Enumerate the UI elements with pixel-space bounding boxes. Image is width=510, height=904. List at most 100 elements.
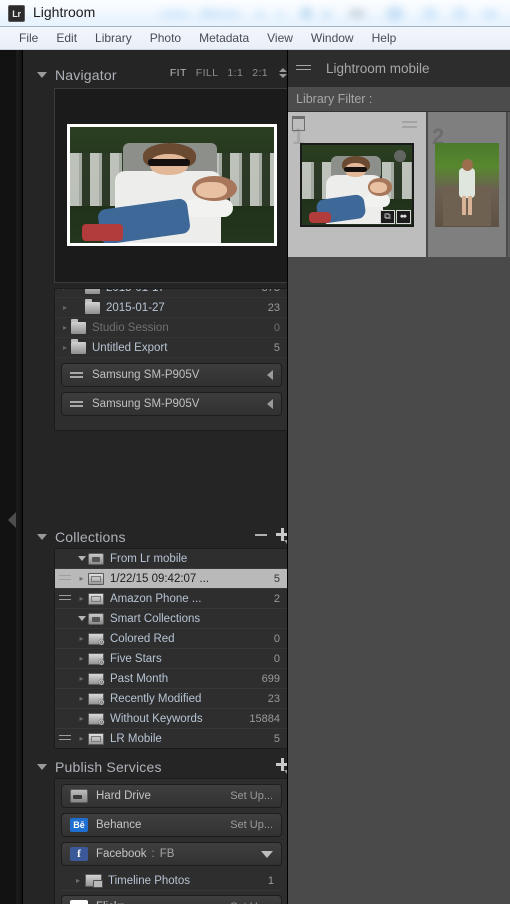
collection-count: 0 bbox=[273, 632, 280, 645]
grid-view[interactable]: 1 ⧉ ⬌ 2 bbox=[288, 112, 510, 257]
set-up-link[interactable]: Set Up... bbox=[230, 819, 273, 831]
folder-name: Studio Session bbox=[92, 321, 169, 334]
publish-service-hard-drive[interactable]: Hard Drive Set Up... bbox=[61, 784, 282, 808]
expand-icon[interactable] bbox=[75, 616, 88, 621]
smart-collection-row[interactable]: ▸ Past Month 699 bbox=[55, 669, 287, 689]
sync-status-icon[interactable] bbox=[55, 573, 75, 585]
zoom-fill-button[interactable]: FILL bbox=[196, 67, 219, 79]
publish-services-header[interactable]: Publish Services bbox=[37, 756, 287, 778]
flickr-icon bbox=[70, 900, 88, 904]
collection-name: Without Keywords bbox=[110, 712, 203, 725]
left-panel-collapse-strip[interactable] bbox=[0, 50, 22, 904]
smart-collection-row[interactable]: ▸ Without Keywords 15884 bbox=[55, 709, 287, 729]
add-collection-button[interactable] bbox=[276, 528, 287, 544]
chevron-down-icon[interactable] bbox=[37, 534, 47, 540]
smart-collection-row[interactable]: ▸ Recently Modified 23 bbox=[55, 689, 287, 709]
folder-count: 5 bbox=[273, 341, 280, 354]
device-button[interactable]: Samsung SM-P905V bbox=[61, 392, 282, 416]
publish-service-behance[interactable]: Bē Behance Set Up... bbox=[61, 813, 282, 837]
folder-count: 23 bbox=[267, 301, 280, 314]
sync-status-icon[interactable] bbox=[55, 593, 75, 605]
smart-collection-icon bbox=[88, 652, 105, 667]
folder-row[interactable]: ▸ 2015-01-17 373 bbox=[55, 289, 287, 298]
smart-collection-row[interactable]: ▸ Five Stars 0 bbox=[55, 649, 287, 669]
sync-badge-icon bbox=[402, 120, 418, 130]
disclosure-icon[interactable]: ▸ bbox=[75, 714, 88, 723]
collection-set-row[interactable]: Smart Collections bbox=[55, 609, 287, 629]
collection-icon bbox=[88, 572, 104, 585]
grid-cell-selected[interactable]: 1 ⧉ ⬌ bbox=[288, 112, 428, 257]
left-panel: Navigator FIT FILL 1:1 2:1 ▸ 2015-01-27 … bbox=[22, 50, 288, 904]
hard-drive-icon bbox=[70, 789, 88, 803]
menu-item-file[interactable]: File bbox=[10, 29, 47, 47]
library-filter-bar[interactable]: Library Filter : bbox=[288, 86, 510, 112]
collections-list[interactable]: From Lr mobile ▸ 1/22/15 09:42:07 ... 5 … bbox=[54, 548, 287, 749]
device-button[interactable]: Samsung SM-P905V bbox=[61, 363, 282, 387]
chevron-down-icon[interactable] bbox=[261, 850, 273, 858]
disclosure-icon[interactable]: ▸ bbox=[75, 674, 88, 683]
photo-thumbnail[interactable]: ⧉ ⬌ bbox=[300, 142, 414, 227]
navigator-header[interactable]: Navigator FIT FILL 1:1 2:1 bbox=[37, 64, 287, 86]
publish-service-flickr[interactable]: Flickr Set Up... bbox=[61, 895, 282, 904]
disclosure-icon[interactable]: ▸ bbox=[75, 634, 88, 643]
disclosure-icon[interactable]: ▸ bbox=[75, 594, 88, 603]
disclosure-icon[interactable]: ▸ bbox=[59, 303, 71, 312]
folder-row[interactable]: ▸ 2015-01-27 23 bbox=[55, 298, 287, 318]
collection-row[interactable]: ▸ LR Mobile 5 bbox=[55, 729, 287, 748]
collapse-left-panel-icon[interactable] bbox=[8, 512, 16, 528]
chevron-down-icon[interactable] bbox=[37, 72, 47, 78]
smart-collection-row[interactable]: ▸ Colored Red 0 bbox=[55, 629, 287, 649]
collection-row[interactable]: ▸ Amazon Phone ... 2 bbox=[55, 589, 287, 609]
disclosure-icon[interactable]: ▸ bbox=[75, 574, 88, 583]
navigator-preview[interactable] bbox=[54, 88, 287, 283]
sync-icon bbox=[70, 370, 84, 380]
photo-thumbnail[interactable] bbox=[435, 142, 499, 227]
zoom-2-1-button[interactable]: 2:1 bbox=[252, 67, 268, 79]
menu-item-view[interactable]: View bbox=[258, 29, 302, 47]
zoom-stepper-icon[interactable] bbox=[279, 68, 287, 78]
grid-cell[interactable]: 2 bbox=[428, 112, 508, 257]
chevron-down-icon[interactable] bbox=[37, 764, 47, 770]
chevron-left-icon[interactable] bbox=[267, 370, 273, 380]
collection-name: Five Stars bbox=[110, 652, 162, 665]
collections-header[interactable]: Collections bbox=[37, 526, 287, 548]
publish-services-list[interactable]: Hard Drive Set Up... Bē Behance Set Up..… bbox=[54, 778, 287, 904]
smart-collection-icon bbox=[88, 632, 105, 647]
add-publish-service-button[interactable] bbox=[276, 758, 287, 774]
smart-collection-icon bbox=[88, 712, 105, 727]
publish-collection-timeline-photos[interactable]: ▸ Timeline Photos 1 bbox=[61, 871, 282, 891]
remove-collection-button[interactable] bbox=[255, 533, 267, 536]
grid-empty-area[interactable] bbox=[288, 257, 510, 904]
menu-item-edit[interactable]: Edit bbox=[47, 29, 86, 47]
collection-name: Recently Modified bbox=[110, 692, 202, 705]
disclosure-icon[interactable]: ▸ bbox=[59, 289, 71, 292]
sync-status-icon[interactable] bbox=[55, 733, 75, 745]
set-up-link[interactable]: Set Up... bbox=[230, 790, 273, 802]
zoom-1-1-button[interactable]: 1:1 bbox=[227, 67, 243, 79]
folder-row[interactable]: ▸ Studio Session 0 bbox=[55, 318, 287, 338]
collection-row-selected[interactable]: ▸ 1/22/15 09:42:07 ... 5 bbox=[55, 569, 287, 589]
menu-item-window[interactable]: Window bbox=[302, 29, 363, 47]
collection-set-row[interactable]: From Lr mobile bbox=[55, 549, 287, 569]
chevron-left-icon[interactable] bbox=[267, 399, 273, 409]
folder-row[interactable]: ▸ Untitled Export 5 bbox=[55, 338, 287, 358]
publish-service-facebook[interactable]: f Facebook : FB bbox=[61, 842, 282, 866]
disclosure-icon[interactable]: ▸ bbox=[59, 343, 71, 352]
zoom-fit-button[interactable]: FIT bbox=[170, 67, 187, 79]
menu-item-library[interactable]: Library bbox=[86, 29, 141, 47]
expand-icon[interactable] bbox=[75, 556, 88, 561]
menu-item-metadata[interactable]: Metadata bbox=[190, 29, 258, 47]
menu-item-help[interactable]: Help bbox=[363, 29, 406, 47]
collection-count: 2 bbox=[273, 592, 280, 605]
folder-name: 2015-01-27 bbox=[106, 301, 165, 314]
crop-badge-icon[interactable]: ⬌ bbox=[396, 209, 411, 224]
disclosure-icon[interactable]: ▸ bbox=[59, 323, 71, 332]
disclosure-icon[interactable]: ▸ bbox=[71, 876, 85, 885]
flag-icon[interactable] bbox=[292, 116, 305, 131]
disclosure-icon[interactable]: ▸ bbox=[75, 654, 88, 663]
folders-list[interactable]: ▸ 2015-01-17 373 ▸ 2015-01-27 23 ▸ Stud bbox=[54, 288, 287, 431]
collection-badge-icon[interactable]: ⧉ bbox=[380, 209, 395, 224]
disclosure-icon[interactable]: ▸ bbox=[75, 694, 88, 703]
menu-item-photo[interactable]: Photo bbox=[141, 29, 190, 47]
disclosure-icon[interactable]: ▸ bbox=[75, 734, 88, 743]
